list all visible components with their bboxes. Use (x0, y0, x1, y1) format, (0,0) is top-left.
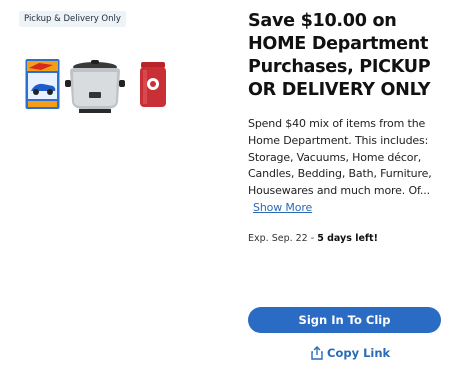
offer-description: Spend $40 mix of items from the Home Dep… (248, 116, 442, 217)
show-more-link[interactable]: Show More (253, 200, 312, 217)
expiry-info: Exp. Sep. 22 - 5 days left! (248, 233, 378, 244)
candle-jar-image (138, 58, 168, 110)
offer-description-text: Spend $40 mix of items from the Home Dep… (248, 117, 432, 198)
product-images (25, 58, 175, 114)
copy-link-label: Copy Link (327, 346, 391, 360)
days-left: 5 days left! (317, 233, 378, 244)
share-icon (311, 346, 323, 360)
copy-link-button[interactable]: Copy Link (311, 344, 390, 362)
expiry-date: Exp. Sep. 22 - (248, 233, 318, 244)
offer-details: Save $10.00 on HOME Department Purchases… (248, 10, 443, 102)
sign-in-to-clip-button[interactable]: Sign In To Clip (248, 307, 441, 333)
slow-cooker-image (65, 58, 125, 114)
hot-wheels-car-image (25, 58, 60, 110)
offer-title: Save $10.00 on HOME Department Purchases… (248, 11, 431, 100)
pickup-delivery-badge: Pickup & Delivery Only (19, 11, 126, 27)
